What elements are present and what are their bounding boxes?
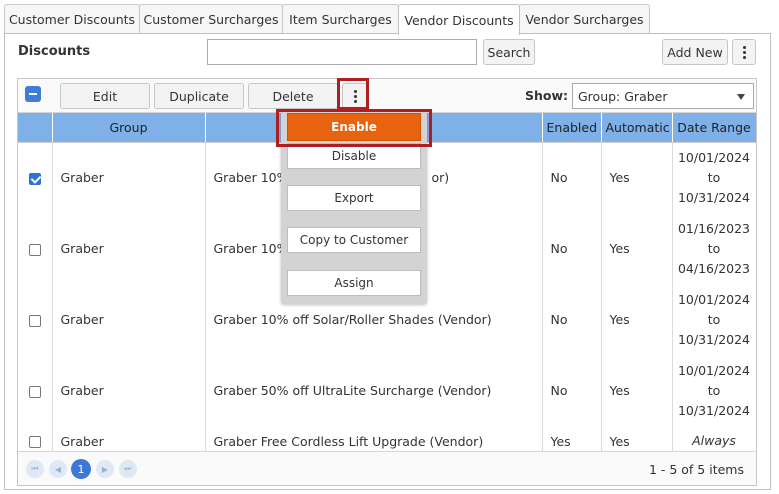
delete-button[interactable]: Delete — [248, 83, 338, 109]
current-page-button[interactable]: 1 — [71, 459, 91, 479]
date-to-word: to — [707, 169, 721, 185]
tab-customer-discounts[interactable]: Customer Discounts — [4, 4, 140, 34]
cell-date-range: 01/16/2023 to 04/16/2023 — [672, 213, 756, 284]
date-from: 10/01/2024 — [677, 362, 751, 378]
next-page-icon[interactable]: ▶ — [96, 460, 114, 478]
date-from: 10/01/2024 — [677, 149, 751, 165]
show-group-select[interactable]: Group: Graber — [572, 83, 754, 109]
date-to-word: to — [707, 382, 721, 398]
tab-label: Vendor Surcharges — [525, 12, 644, 27]
last-page-icon[interactable]: ⏭ — [119, 460, 137, 478]
date-from: 01/16/2023 — [677, 220, 751, 236]
tab-vendor-surcharges[interactable]: Vendor Surcharges — [519, 4, 650, 34]
panel-title: Discounts — [18, 44, 91, 59]
duplicate-button[interactable]: Duplicate — [154, 83, 244, 109]
header-date-range[interactable]: Date Range — [672, 113, 756, 143]
tab-label: Item Surcharges — [289, 12, 392, 27]
toolbar-more-button[interactable] — [342, 83, 368, 109]
date-to: 04/16/2023 — [677, 260, 751, 276]
table-row[interactable]: Graber Graber 50% off UltraLite Surcharg… — [18, 355, 756, 426]
pager-info: 1 - 5 of 5 items — [648, 462, 744, 477]
tab-label: Customer Surcharges — [143, 12, 279, 27]
row-checkbox[interactable] — [28, 436, 41, 448]
date-to: 10/31/2024 — [677, 189, 751, 205]
panel-more-button[interactable] — [732, 39, 756, 65]
cell-group: Graber — [52, 142, 206, 213]
delete-label: Delete — [272, 88, 314, 104]
row-checkbox[interactable] — [28, 314, 41, 327]
cell-date-range: 10/01/2024 to 10/31/2024 — [672, 142, 756, 213]
cell-name: Graber 50% off UltraLite Surcharge (Vend… — [205, 355, 543, 426]
minus-icon — [29, 93, 37, 95]
actions-dropdown-menu: Enable Disable Export Copy to Customer A… — [281, 112, 427, 304]
date-to: 10/31/2024 — [677, 402, 751, 418]
header-group[interactable]: Group — [52, 113, 206, 143]
row-checkbox[interactable] — [28, 385, 41, 398]
tab-item-surcharges[interactable]: Item Surcharges — [282, 4, 399, 34]
show-group-value: Group: Graber — [578, 88, 668, 104]
tab-customer-surcharges[interactable]: Customer Surcharges — [139, 4, 283, 34]
search-button[interactable]: Search — [483, 39, 535, 65]
kebab-icon — [353, 89, 357, 103]
cell-date-range: 10/01/2024 to 10/31/2024 — [672, 355, 756, 426]
edit-button[interactable]: Edit — [60, 83, 150, 109]
header-select — [18, 113, 53, 143]
menu-item-disable[interactable]: Disable — [287, 143, 421, 169]
kebab-icon — [742, 45, 746, 59]
menu-item-enable[interactable]: Enable — [287, 113, 421, 141]
cell-date-range: 10/01/2024 to 10/31/2024 — [672, 284, 756, 355]
cell-enabled: No — [542, 284, 602, 355]
chevron-down-icon — [737, 94, 745, 100]
cell-automatic: Yes — [601, 284, 673, 355]
cell-automatic: Yes — [601, 142, 673, 213]
search-input[interactable] — [207, 39, 477, 65]
cell-automatic: Yes — [601, 355, 673, 426]
show-label: Show: — [525, 88, 569, 103]
grid-toolbar: Edit Duplicate Delete Show: Group: Grabe… — [18, 79, 756, 113]
first-page-icon[interactable]: ⏮ — [26, 460, 44, 478]
cell-group: Graber — [52, 213, 206, 284]
menu-item-export[interactable]: Export — [287, 185, 421, 211]
add-new-label: Add New — [667, 44, 723, 60]
search-button-label: Search — [487, 44, 531, 60]
date-to-word: to — [707, 311, 721, 327]
row-checkbox[interactable] — [28, 172, 41, 185]
select-all-checkbox[interactable] — [25, 86, 41, 102]
cell-group: Graber — [52, 355, 206, 426]
tab-label: Vendor Discounts — [404, 12, 514, 28]
cell-group: Graber — [52, 284, 206, 355]
header-enabled[interactable]: Enabled — [542, 113, 602, 143]
row-checkbox[interactable] — [28, 243, 41, 256]
grid-pager: ⏮ ◀ 1 ▶ ⏭ 1 - 5 of 5 items — [18, 451, 756, 485]
date-to: 10/31/2024 — [677, 331, 751, 347]
menu-item-copy-to-customer[interactable]: Copy to Customer — [287, 227, 421, 253]
cell-enabled: No — [542, 355, 602, 426]
date-from: 10/01/2024 — [677, 291, 751, 307]
tab-label: Customer Discounts — [8, 12, 136, 27]
tab-vendor-discounts[interactable]: Vendor Discounts — [398, 4, 520, 35]
cell-automatic: Yes — [601, 213, 673, 284]
date-to-word: to — [707, 240, 721, 256]
edit-label: Edit — [92, 88, 118, 104]
add-new-button[interactable]: Add New — [662, 39, 728, 65]
cell-enabled: No — [542, 142, 602, 213]
header-automatic[interactable]: Automatic — [601, 113, 673, 143]
duplicate-label: Duplicate — [169, 88, 229, 104]
prev-page-icon[interactable]: ◀ — [49, 460, 67, 478]
menu-item-assign[interactable]: Assign — [287, 270, 421, 296]
cell-enabled: No — [542, 213, 602, 284]
cell-name-tail: or) — [431, 170, 450, 186]
